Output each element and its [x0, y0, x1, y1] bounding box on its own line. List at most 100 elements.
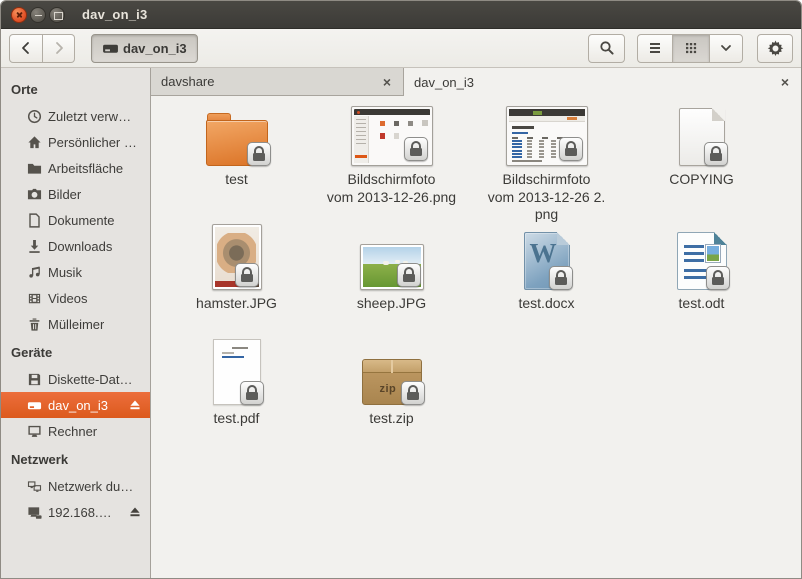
search-button[interactable]	[588, 34, 625, 63]
list-view-button[interactable]	[637, 34, 673, 63]
file-icon-area	[212, 224, 262, 290]
computer-icon	[27, 424, 42, 439]
file-label: test.odt	[679, 295, 725, 313]
file-manager-window: dav_on_i3 dav_on_i3	[0, 0, 802, 579]
sidebar-item-label: Rechner	[48, 424, 97, 439]
file-icon-area	[360, 224, 424, 290]
eject-button[interactable]	[128, 398, 150, 412]
file-label: hamster.JPG	[196, 295, 277, 313]
back-icon	[18, 40, 34, 56]
tab-label: davshare	[161, 74, 214, 89]
word-icon: W	[524, 232, 570, 290]
document-icon	[27, 213, 42, 228]
tab-dav_on_i3[interactable]: dav_on_i3 ×	[403, 68, 801, 96]
close-window-button[interactable]	[11, 7, 27, 23]
sidebar-item-netzwerk-du[interactable]: Netzwerk du…	[1, 473, 150, 499]
file-copying[interactable]: COPYING	[624, 100, 779, 189]
sidebar-item-m-lleimer[interactable]: Mülleimer	[1, 311, 150, 337]
file-label: sheep.JPG	[357, 295, 426, 313]
sidebar-item-label: Arbeitsfläche	[48, 161, 123, 176]
network-drive-icon	[27, 505, 42, 520]
maximize-window-button[interactable]	[49, 7, 65, 23]
sidebar-item-label: 192.168.…	[48, 505, 112, 520]
file-label: test.pdf	[214, 410, 260, 428]
sidebar-item-label: Persönlicher …	[48, 135, 137, 150]
photo-hamster-icon	[212, 224, 262, 290]
file-bildschirmfoto-vom-2013-12-26-2.png[interactable]: Bildschirmfoto vom 2013-12-26 2. png	[469, 100, 624, 224]
back-button[interactable]	[9, 34, 43, 63]
sidebar-item-pers-nlicher[interactable]: Persönlicher …	[1, 129, 150, 155]
minimize-window-button[interactable]	[30, 7, 46, 23]
zip-icon: zip	[362, 359, 422, 405]
sidebar-item-192.168.[interactable]: 192.168.…	[1, 499, 150, 525]
sidebar-item-label: Netzwerk du…	[48, 479, 133, 494]
sidebar-item-dokumente[interactable]: Dokumente	[1, 207, 150, 233]
sidebar-item-label: Downloads	[48, 239, 112, 254]
window-title: dav_on_i3	[82, 7, 147, 22]
film-icon	[27, 291, 42, 306]
grid-view-icon	[683, 40, 699, 56]
folder-icon	[206, 111, 268, 166]
sidebar-header-orte: Orte	[1, 74, 150, 103]
sidebar-item-diskette-dat[interactable]: Diskette-Dat…	[1, 366, 150, 392]
eject-button[interactable]	[128, 505, 150, 519]
file-label: test	[225, 171, 248, 189]
network-icon	[27, 479, 42, 494]
file-sheep.jpg[interactable]: sheep.JPG	[314, 224, 469, 313]
settings-button[interactable]	[757, 34, 793, 63]
file-bildschirmfoto-vom-2013-12-26.png[interactable]: Bildschirmfoto vom 2013-12-26.png	[314, 100, 469, 206]
screenshot-browser-icon	[506, 106, 588, 166]
titlebar[interactable]: dav_on_i3	[1, 1, 801, 29]
view-toggle-group	[637, 34, 743, 63]
tab-davshare[interactable]: davshare ×	[151, 68, 403, 95]
floppy-icon	[27, 372, 42, 387]
sidebar-item-rechner[interactable]: Rechner	[1, 418, 150, 444]
writer-icon	[677, 232, 727, 290]
file-icon-area	[351, 100, 433, 166]
tab-close-button[interactable]: ×	[381, 74, 393, 90]
drive-icon	[27, 398, 42, 413]
grid-view-button[interactable]	[673, 34, 709, 63]
file-test.docx[interactable]: Wtest.docx	[469, 224, 624, 313]
gear-icon	[767, 40, 784, 57]
forward-button[interactable]	[43, 34, 75, 63]
file-label: test.zip	[369, 410, 413, 428]
lock-emblem-icon	[247, 142, 271, 166]
lock-emblem-icon	[235, 263, 259, 287]
sidebar-item-downloads[interactable]: Downloads	[1, 233, 150, 259]
file-test.pdf[interactable]: test.pdf	[159, 339, 314, 428]
panel: davshare × dav_on_i3 × test Bildschirmfoto v…	[151, 68, 801, 578]
sidebar-item-dav_on_i3[interactable]: dav_on_i3	[1, 392, 150, 418]
file-grid[interactable]: test Bildschirmfoto vom 2013-12-26.pngBil…	[151, 96, 801, 578]
file-icon-area: W	[524, 224, 570, 290]
file-test[interactable]: test	[159, 100, 314, 189]
file-hamster.jpg[interactable]: hamster.JPG	[159, 224, 314, 313]
main-area: OrteZuletzt verw… Persönlicher … Arbeitsfl…	[1, 68, 801, 578]
file-icon-area	[677, 224, 727, 290]
view-options-button[interactable]	[709, 34, 743, 63]
file-test.zip[interactable]: zip test.zip	[314, 339, 469, 428]
sidebar-item-musik[interactable]: Musik	[1, 259, 150, 285]
lock-emblem-icon	[559, 137, 583, 161]
zip-label: zip	[380, 383, 397, 395]
sidebar-item-bilder[interactable]: Bilder	[1, 181, 150, 207]
sidebar-item-arbeitsfl-che[interactable]: Arbeitsfläche	[1, 155, 150, 181]
navigation-buttons	[9, 34, 75, 63]
path-button[interactable]: dav_on_i3	[91, 34, 198, 63]
tab-close-button[interactable]: ×	[779, 74, 791, 90]
sidebar-item-zuletzt-verw[interactable]: Zuletzt verw…	[1, 103, 150, 129]
sidebar-item-videos[interactable]: Videos	[1, 285, 150, 311]
file-icon-area	[506, 100, 588, 166]
text-icon	[679, 108, 725, 166]
sidebar: OrteZuletzt verw… Persönlicher … Arbeitsfl…	[1, 68, 151, 578]
list-view-icon	[647, 40, 663, 56]
file-test.odt[interactable]: test.odt	[624, 224, 779, 313]
chevron-down-icon	[718, 40, 734, 56]
sidebar-item-label: Musik	[48, 265, 82, 280]
tab-label: dav_on_i3	[414, 75, 474, 90]
sidebar-item-label: Diskette-Dat…	[48, 372, 133, 387]
download-icon	[27, 239, 42, 254]
sidebar-item-label: dav_on_i3	[48, 398, 108, 413]
screenshot-filemanager-icon	[351, 106, 433, 166]
music-icon	[27, 265, 42, 280]
